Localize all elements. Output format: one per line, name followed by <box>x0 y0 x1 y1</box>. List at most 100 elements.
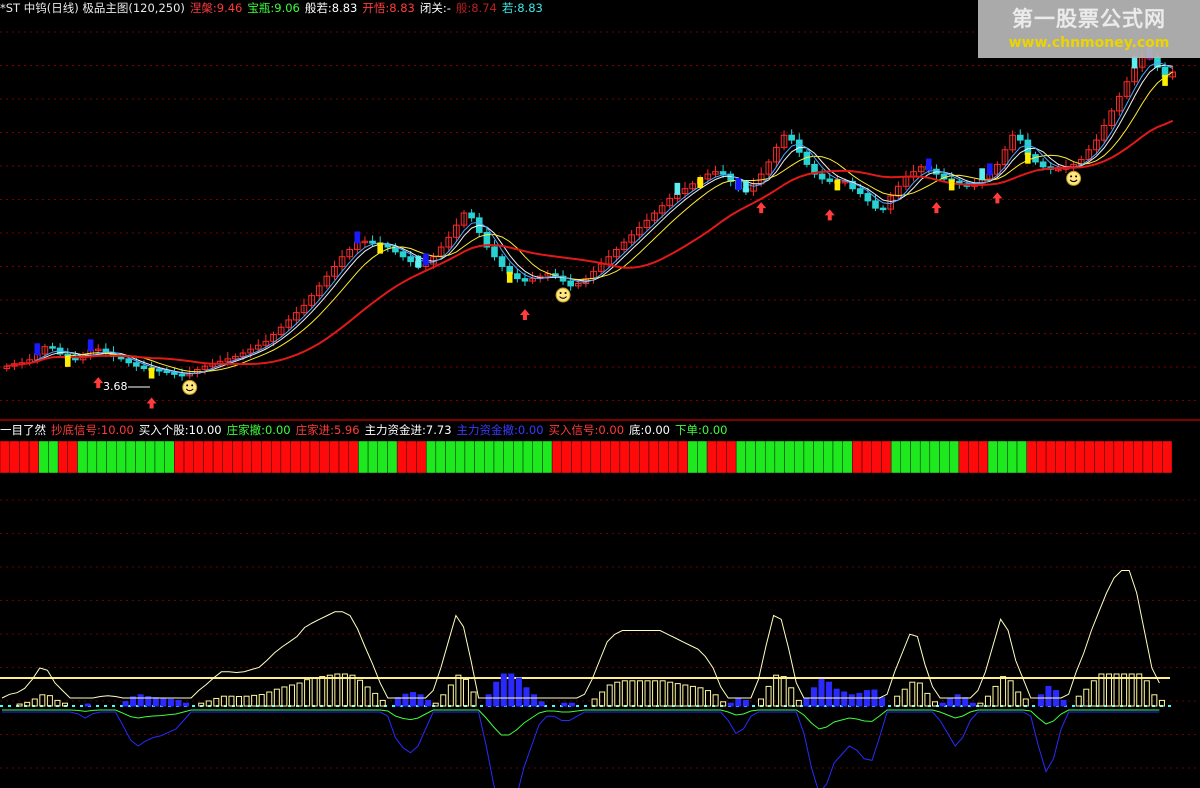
buy-arrow-icon <box>824 209 835 221</box>
candlestick[interactable] <box>681 181 689 199</box>
candlestick[interactable] <box>186 366 193 379</box>
yellow-bar <box>948 179 955 191</box>
candlestick[interactable] <box>849 177 856 192</box>
candlestick[interactable] <box>712 165 719 178</box>
candlestick[interactable] <box>491 240 498 261</box>
candlestick[interactable] <box>727 171 735 187</box>
signal-legend-item-6: 主力资金撤:0.00 <box>456 423 544 437</box>
candlestick[interactable] <box>346 246 353 260</box>
osc-histogram-bar <box>818 678 825 707</box>
candlestick[interactable] <box>171 367 178 379</box>
osc-histogram-bar <box>1000 676 1007 707</box>
osc-histogram-bar <box>258 694 265 707</box>
signal-block <box>222 440 233 474</box>
chart-window[interactable]: *ST 中钨(日线) 极品主图(120,250) 涅槃:9.46 宝瓶:9.06 般若… <box>0 0 1200 788</box>
signal-legend-item-5: 主力资金进:7.73 <box>364 423 452 437</box>
candlestick[interactable] <box>338 249 346 272</box>
osc-histogram-bar <box>402 693 409 707</box>
osc-histogram-bar <box>31 698 38 707</box>
osc-baseline-dot <box>8 705 11 707</box>
osc-histogram-bar <box>561 702 568 707</box>
signal-legend-item-9: 下单:0.00 <box>675 423 728 437</box>
signal-legend-item-7: 买入信号:0.00 <box>548 423 625 437</box>
candlestick[interactable] <box>460 210 468 229</box>
osc-histogram-bar <box>689 685 696 707</box>
candlestick[interactable] <box>331 260 338 281</box>
signal-block <box>174 440 185 474</box>
candlestick[interactable] <box>1016 129 1024 144</box>
osc-histogram-bar <box>122 701 129 707</box>
candlestick[interactable] <box>300 298 308 316</box>
candlestick[interactable] <box>1116 92 1123 116</box>
candlestick[interactable] <box>620 238 628 253</box>
osc-histogram-bar <box>705 690 712 707</box>
candlestick[interactable] <box>902 170 910 191</box>
osc-histogram-bar <box>538 701 545 707</box>
candlestick[interactable] <box>613 246 620 262</box>
signal-block <box>212 440 223 474</box>
candlestick[interactable] <box>361 236 369 248</box>
candlestick[interactable] <box>445 231 453 251</box>
osc-histogram-bar <box>939 702 946 707</box>
candlestick[interactable] <box>910 164 917 182</box>
osc-histogram-bar <box>969 702 976 707</box>
candlestick[interactable] <box>780 130 788 151</box>
candlestick[interactable] <box>544 269 552 282</box>
osc-histogram-bar <box>515 677 522 707</box>
osc-histogram-bar <box>810 687 817 707</box>
yellow-bar <box>148 367 155 379</box>
signal-block <box>445 440 456 474</box>
oscillator-panel[interactable] <box>0 488 1200 788</box>
osc-histogram-bar <box>682 684 689 707</box>
main-legend-item-1: 涅槃:9.46 <box>189 1 243 15</box>
signal-block <box>1133 440 1144 474</box>
candlestick[interactable] <box>658 201 666 218</box>
osc-histogram-bar <box>198 702 205 707</box>
signal-block <box>1055 440 1066 474</box>
osc-histogram-bar <box>1007 680 1014 707</box>
candlestick[interactable] <box>1009 130 1016 153</box>
candlestick[interactable] <box>597 258 605 275</box>
osc-baseline-dot <box>1032 705 1035 707</box>
candlestick[interactable] <box>94 344 102 353</box>
candlestick[interactable] <box>323 271 331 289</box>
signal-legend-item-8: 底:0.00 <box>629 423 670 437</box>
signal-block <box>280 440 291 474</box>
main-kline-panel[interactable] <box>0 0 1200 420</box>
candlestick[interactable] <box>940 168 948 182</box>
osc-histogram-bar <box>372 692 379 707</box>
candlestick[interactable] <box>1123 76 1131 100</box>
signal-legend-item-4: 庄家进:5.96 <box>295 423 360 437</box>
signal-block <box>687 440 698 474</box>
signal-block <box>19 440 30 474</box>
candlestick[interactable] <box>567 274 574 291</box>
candlestick[interactable] <box>666 193 674 209</box>
osc-baseline-dot <box>72 705 75 707</box>
candlestick[interactable] <box>1100 118 1108 143</box>
osc-histogram-bar <box>410 692 417 707</box>
osc-histogram-bar <box>281 686 288 707</box>
candlestick[interactable] <box>788 129 795 144</box>
signal-block <box>1036 440 1047 474</box>
osc-histogram-bar <box>659 680 666 707</box>
osc-histogram-bar <box>901 688 908 707</box>
signal-block <box>1016 440 1027 474</box>
signal-block <box>958 440 969 474</box>
candlestick[interactable] <box>895 181 902 199</box>
candlestick[interactable] <box>49 342 56 352</box>
osc-baseline-dot <box>392 705 395 707</box>
candlestick[interactable] <box>879 205 887 213</box>
signal-block-panel[interactable] <box>0 436 1200 496</box>
candlestick[interactable] <box>643 213 651 231</box>
candlestick[interactable] <box>1108 108 1116 130</box>
candlestick[interactable] <box>3 363 11 372</box>
buy-arrow-icon <box>519 309 530 321</box>
candlestick[interactable] <box>498 253 506 272</box>
candlestick[interactable] <box>811 160 818 179</box>
signal-block <box>900 440 911 474</box>
signal-block <box>1045 440 1056 474</box>
candlestick[interactable] <box>468 209 475 222</box>
signal-legend-item-3: 庄家撤:0.00 <box>226 423 291 437</box>
osc-histogram-bar <box>523 687 530 707</box>
signal-block <box>416 440 427 474</box>
